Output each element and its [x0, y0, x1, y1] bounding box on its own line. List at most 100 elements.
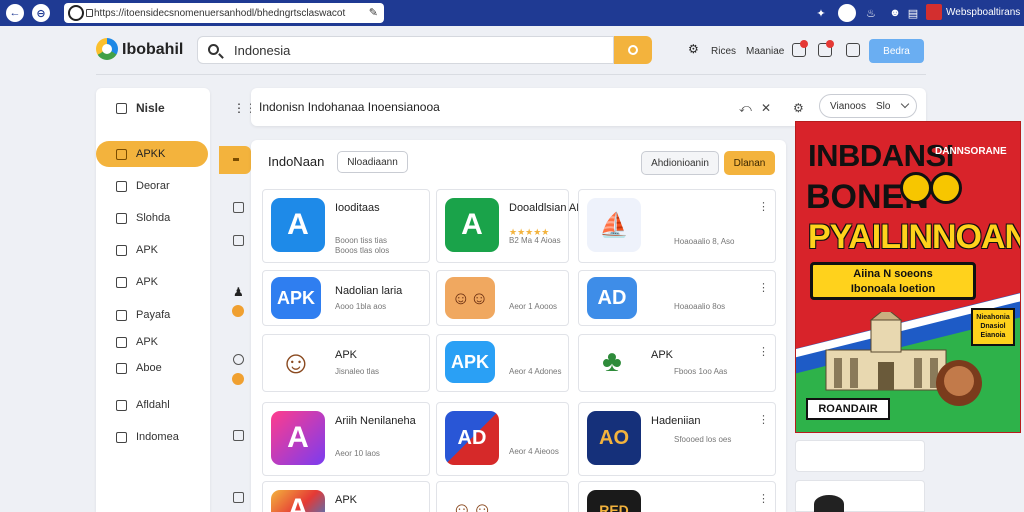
sidebar-item-apkk[interactable]: APKK [96, 141, 208, 167]
profile-name[interactable]: Webspboaltirans [946, 7, 1020, 18]
app-card[interactable]: A Ariih Nenilaneha Aeor 10 laos [262, 402, 430, 476]
settings-icon[interactable]: ⚙ [793, 101, 804, 115]
app-icon[interactable]: APK [271, 277, 321, 319]
share-icon[interactable]: ⤺ [739, 101, 752, 116]
ad-footer: ROANDAIR [806, 398, 890, 420]
extension-icon[interactable]: ✦ [812, 4, 830, 22]
action-button[interactable]: Dlanan [724, 151, 775, 175]
search-input[interactable] [234, 42, 594, 58]
sidebar-item-slohda[interactable]: Slohda [96, 205, 210, 231]
app-name[interactable]: APK [335, 494, 423, 506]
app-card[interactable]: ☺ APK Jisnaleo tlas [262, 334, 430, 392]
app-icon[interactable]: ☺☺ [445, 490, 499, 512]
notification-icon[interactable]: ♨ [862, 4, 880, 22]
app-name[interactable]: APK [651, 349, 739, 361]
app-card[interactable]: ☺☺ [436, 481, 569, 512]
app-icon[interactable]: ☺ [271, 341, 321, 383]
grid-icon[interactable]: ⋮⋮ [233, 101, 257, 115]
tag-icon[interactable] [233, 202, 244, 213]
more-options-icon[interactable]: ⋮ [758, 200, 769, 213]
app-icon[interactable]: AO [587, 411, 641, 465]
app-icon[interactable]: A [271, 411, 325, 465]
app-icon[interactable]: AD [587, 277, 637, 319]
bag-icon[interactable]: ▤ [904, 4, 922, 22]
app-card[interactable]: APK Nadolian laria Aooo 1bla aos [262, 270, 430, 326]
sidebar-item-apk-2[interactable]: APK [96, 269, 210, 295]
gift-icon[interactable] [233, 430, 244, 441]
app-icon[interactable]: ♣ [587, 341, 637, 383]
side-card[interactable] [795, 440, 925, 472]
profile-icon[interactable] [926, 4, 942, 20]
app-card[interactable]: ♣ APK Fboos 1oo Aas ⋮ [578, 334, 776, 392]
app-icon[interactable]: AD [445, 411, 499, 465]
search-box[interactable] [197, 36, 614, 64]
browser-toolbar: ← ⊖ https://itoensidecsnomenuersanhodl/b… [0, 0, 1024, 26]
user-icon[interactable]: ☻ [886, 4, 904, 22]
app-card[interactable]: A Iooditaas Booon tiss tias Booos tlas olo… [262, 189, 430, 263]
app-card[interactable]: ☺☺ Aeor 1 Aooos [436, 270, 569, 326]
box-icon [116, 244, 127, 256]
app-card[interactable]: A Dooaldlsian APK ★★★★★ B2 Ma 4 Aioas [436, 189, 591, 263]
app-card[interactable]: A APK [262, 481, 430, 512]
app-name[interactable]: Ariih Nenilaneha [335, 415, 423, 427]
sidebar-item-aboe[interactable]: Aboe [96, 355, 210, 381]
sidebar-header[interactable]: Nisle [96, 95, 210, 121]
app-name[interactable]: Hadeniian [651, 415, 739, 427]
brand-name[interactable]: Ibobahil [122, 41, 183, 59]
settings-icon[interactable]: ⚙ [688, 42, 702, 56]
app-icon[interactable]: A [271, 198, 325, 252]
search-button[interactable] [614, 36, 652, 64]
app-name[interactable]: APK [335, 349, 423, 361]
app-list-panel: IndoNaan Nloadiaann Ahdionioanin Dlanan … [251, 140, 786, 512]
sidebar-item-indomea[interactable]: Indomea [96, 424, 210, 450]
sidebar-item-deorar[interactable]: Deorar [96, 173, 210, 199]
more-options-icon[interactable]: ⋮ [758, 281, 769, 294]
user-icon[interactable]: ♟ [233, 285, 244, 299]
app-icon[interactable]: APK [445, 341, 495, 383]
app-card[interactable]: AD Aeor 4 Aieoos [436, 402, 569, 476]
sidebar-item-afldahl[interactable]: Afldahl [96, 392, 210, 418]
menu-icon[interactable]: ⊖ [32, 4, 50, 22]
more-options-icon[interactable]: ⋮ [758, 413, 769, 426]
box-icon [116, 276, 127, 288]
rail-tab-active[interactable] [219, 146, 251, 174]
address-bar[interactable]: https://itoensidecsnomenuersanhodl/bhedn… [64, 3, 384, 23]
app-card[interactable]: AD Hoaoaalio 8os ⋮ [578, 270, 776, 326]
apps-icon[interactable] [846, 43, 860, 57]
grid-icon[interactable] [233, 492, 244, 503]
ad-banner[interactable]: INBDANSI DANNSORANE BONEN PYAILINNOAN Ai… [795, 121, 1021, 433]
close-icon[interactable]: ✕ [761, 101, 771, 115]
edit-icon[interactable]: ✎ [369, 6, 378, 19]
app-card[interactable]: APK Aeor 4 Adones [436, 334, 569, 392]
app-name[interactable]: Iooditaas [335, 202, 423, 214]
app-icon[interactable]: ☺☺ [445, 277, 495, 319]
search-icon[interactable] [233, 354, 244, 365]
sidebar-item-apk-1[interactable]: APK [96, 237, 210, 263]
category-chip[interactable]: Nloadiaann [337, 151, 408, 173]
back-icon[interactable]: ← [6, 4, 24, 22]
reload-icon[interactable] [68, 5, 84, 21]
notification-badge [800, 40, 808, 48]
logo-icon[interactable] [96, 38, 118, 60]
app-card[interactable]: RED ⋮ [578, 481, 776, 512]
nav-link-main[interactable]: Maaniae [746, 46, 784, 57]
sort-select[interactable]: Vianoos Slo [819, 94, 917, 118]
checkbox-icon[interactable] [233, 235, 244, 246]
app-card[interactable]: ⛵ Hoaoaalio 8, Aso ⋮ [578, 189, 776, 263]
login-button[interactable]: Bedra [869, 39, 924, 63]
sidebar-item-payafa[interactable]: Payafa [96, 302, 210, 328]
app-card[interactable]: AO Hadeniian Sfoooed los oes ⋮ [578, 402, 776, 476]
more-options-icon[interactable]: ⋮ [758, 345, 769, 358]
sidebar-item-apk-3[interactable]: APK [96, 329, 210, 355]
app-icon[interactable]: A [445, 198, 499, 252]
side-card[interactable] [795, 480, 925, 512]
app-name[interactable]: Nadolian laria [335, 285, 423, 297]
more-options-icon[interactable]: ⋮ [758, 492, 769, 505]
nav-link-prices[interactable]: Rices [711, 46, 736, 57]
document-icon [116, 399, 127, 411]
app-icon[interactable]: A [271, 490, 325, 512]
app-icon[interactable]: ⛵ [587, 198, 641, 252]
app-icon[interactable]: RED [587, 490, 641, 512]
filter-button[interactable]: Ahdionioanin [641, 151, 719, 175]
avatar-icon[interactable] [838, 4, 856, 22]
